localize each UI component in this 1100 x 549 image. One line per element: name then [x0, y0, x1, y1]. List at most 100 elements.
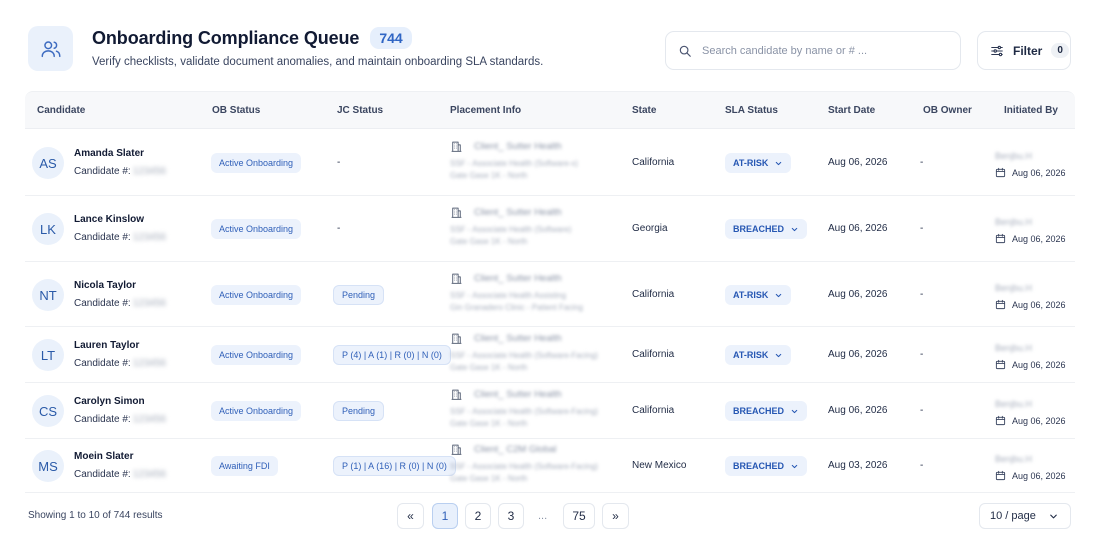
table-row[interactable]: MS Moein Slater Candidate #: 123456 Awaiting…: [25, 439, 1075, 493]
calendar-icon: [995, 299, 1006, 310]
jc-status-value: -: [337, 223, 341, 234]
column-header-ob-owner[interactable]: OB Owner: [923, 92, 972, 129]
column-header-initiated-by[interactable]: Initiated By: [1004, 92, 1058, 129]
candidate-name[interactable]: Moein Slater: [74, 451, 133, 462]
ob-owner-value: -: [920, 289, 924, 300]
placement-client: Client_ Sutter Health: [474, 273, 562, 284]
placement-client: Client_ Sutter Health: [474, 141, 562, 152]
ob-owner-value: -: [920, 223, 924, 234]
search-icon: [678, 44, 692, 58]
state-value: California: [632, 157, 675, 168]
per-page-value: 10 / page: [990, 510, 1036, 522]
sla-status-dropdown[interactable]: AT-RISK: [725, 153, 792, 173]
candidate-number-label: Candidate #:: [74, 358, 131, 369]
start-date-value: Aug 06, 2026: [828, 289, 888, 300]
sla-status-label: BREACHED: [733, 406, 785, 416]
next-page-button[interactable]: »: [602, 503, 629, 529]
column-header-ob-status[interactable]: OB Status: [212, 92, 260, 129]
chevron-down-icon: [790, 225, 799, 234]
table-row[interactable]: AS Amanda Slater Candidate #: 123456 Active …: [25, 129, 1075, 196]
column-header-placement-info[interactable]: Placement Info: [450, 92, 521, 129]
placement-role: SSF - Associate Health (Software-Facing): [450, 462, 599, 471]
candidate-number: Candidate #: 123456: [74, 298, 166, 309]
initiated-by-name: Benjbu.H: [995, 454, 1033, 464]
state-value: California: [632, 349, 675, 360]
candidate-number: Candidate #: 123456: [74, 232, 166, 243]
placement-client: Client_ Sutter Health: [474, 333, 562, 344]
column-header-candidate[interactable]: Candidate: [37, 92, 85, 129]
placement-role: SSF - Associate Health Assisting: [450, 291, 567, 300]
column-header-state[interactable]: State: [632, 92, 656, 129]
per-page-select[interactable]: 10 / page: [979, 503, 1071, 529]
ob-owner-value: -: [920, 460, 924, 471]
placement-role: SSF - Associate Health (Software-Facing): [450, 351, 599, 360]
candidate-number-label: Candidate #:: [74, 232, 131, 243]
filter-button[interactable]: Filter 0: [977, 31, 1071, 70]
page-button-3[interactable]: 3: [498, 503, 524, 529]
candidate-number-label: Candidate #:: [74, 414, 131, 425]
table-row[interactable]: LT Lauren Taylor Candidate #: 123456 Active …: [25, 327, 1075, 383]
page-button-1[interactable]: 1: [432, 503, 458, 529]
column-header-sla-status[interactable]: SLA Status: [725, 92, 778, 129]
initiated-date: Aug 06, 2026: [1012, 359, 1066, 370]
state-value: Georgia: [632, 223, 668, 234]
candidate-number: Candidate #: 123456: [74, 469, 166, 480]
sla-status-dropdown[interactable]: BREACHED: [725, 401, 808, 421]
search-input[interactable]: [702, 44, 942, 57]
placement-role: SSF - Associate Health (Software-x): [450, 159, 579, 168]
column-header-start-date[interactable]: Start Date: [828, 92, 875, 129]
candidate-name[interactable]: Carolyn Simon: [74, 396, 145, 407]
pagination-ellipsis: ...: [538, 510, 548, 522]
candidate-number-value: 123456: [132, 298, 167, 309]
sla-status-dropdown[interactable]: BREACHED: [725, 456, 808, 476]
sla-status-dropdown[interactable]: BREACHED: [725, 219, 808, 239]
placement-location: Gate Gase 1K - North: [450, 419, 528, 428]
candidates-table: Candidate OB Status JC Status Placement …: [25, 91, 1075, 493]
ob-owner-value: -: [920, 157, 924, 168]
candidate-number-value: 123456: [132, 414, 167, 425]
avatar: NT: [32, 279, 64, 311]
placement-location: Gate Gase 1K - North: [450, 171, 528, 180]
sla-status-dropdown[interactable]: AT-RISK: [725, 345, 792, 365]
candidate-name[interactable]: Lance Kinslow: [74, 214, 144, 225]
table-body: AS Amanda Slater Candidate #: 123456 Active …: [25, 129, 1075, 493]
previous-page-button[interactable]: «: [397, 503, 424, 529]
start-date-value: Aug 06, 2026: [828, 349, 888, 360]
table-row[interactable]: LK Lance Kinslow Candidate #: 123456 Active …: [25, 196, 1075, 262]
candidate-number-value: 123456: [132, 469, 167, 480]
start-date-value: Aug 03, 2026: [828, 460, 888, 471]
users-icon: [28, 26, 73, 71]
ob-owner-value: -: [920, 349, 924, 360]
table-row[interactable]: CS Carolyn Simon Candidate #: 123456 Active …: [25, 383, 1075, 439]
placement-client: Client_ C2M Global: [474, 444, 557, 455]
chevron-down-icon: [774, 351, 783, 360]
calendar-icon: [995, 233, 1006, 244]
sla-status-label: BREACHED: [733, 224, 785, 234]
page-button-2[interactable]: 2: [465, 503, 491, 529]
candidate-number-label: Candidate #:: [74, 166, 131, 177]
start-date-value: Aug 06, 2026: [828, 157, 888, 168]
table-row[interactable]: NT Nicola Taylor Candidate #: 123456 Active …: [25, 262, 1075, 327]
candidate-number-label: Candidate #:: [74, 298, 131, 309]
page-button-last[interactable]: 75: [563, 503, 595, 529]
sla-status-label: AT-RISK: [733, 158, 769, 168]
candidate-name[interactable]: Amanda Slater: [74, 148, 144, 159]
avatar: AS: [32, 147, 64, 179]
candidate-number: Candidate #: 123456: [74, 358, 166, 369]
sla-status-dropdown[interactable]: AT-RISK: [725, 285, 792, 305]
placement-location: Gin Granadero Clinic - Patient Facing: [450, 303, 583, 312]
initiated-date: Aug 06, 2026: [1012, 233, 1066, 244]
sliders-icon: [990, 44, 1004, 58]
column-header-jc-status[interactable]: JC Status: [337, 92, 383, 129]
calendar-icon: [995, 359, 1006, 370]
candidate-name[interactable]: Nicola Taylor: [74, 280, 136, 291]
placement-role: SSF - Associate Health (Software-Facing): [450, 407, 599, 416]
search-box[interactable]: [665, 31, 961, 70]
jc-status-badge: P (4) | A (1) | R (0) | N (0): [333, 345, 451, 365]
ob-owner-value: -: [920, 405, 924, 416]
table-header: Candidate OB Status JC Status Placement …: [25, 91, 1075, 129]
candidate-number-value: 123456: [132, 358, 167, 369]
calendar-icon: [995, 470, 1006, 481]
candidate-name[interactable]: Lauren Taylor: [74, 340, 139, 351]
candidate-number: Candidate #: 123456: [74, 414, 166, 425]
